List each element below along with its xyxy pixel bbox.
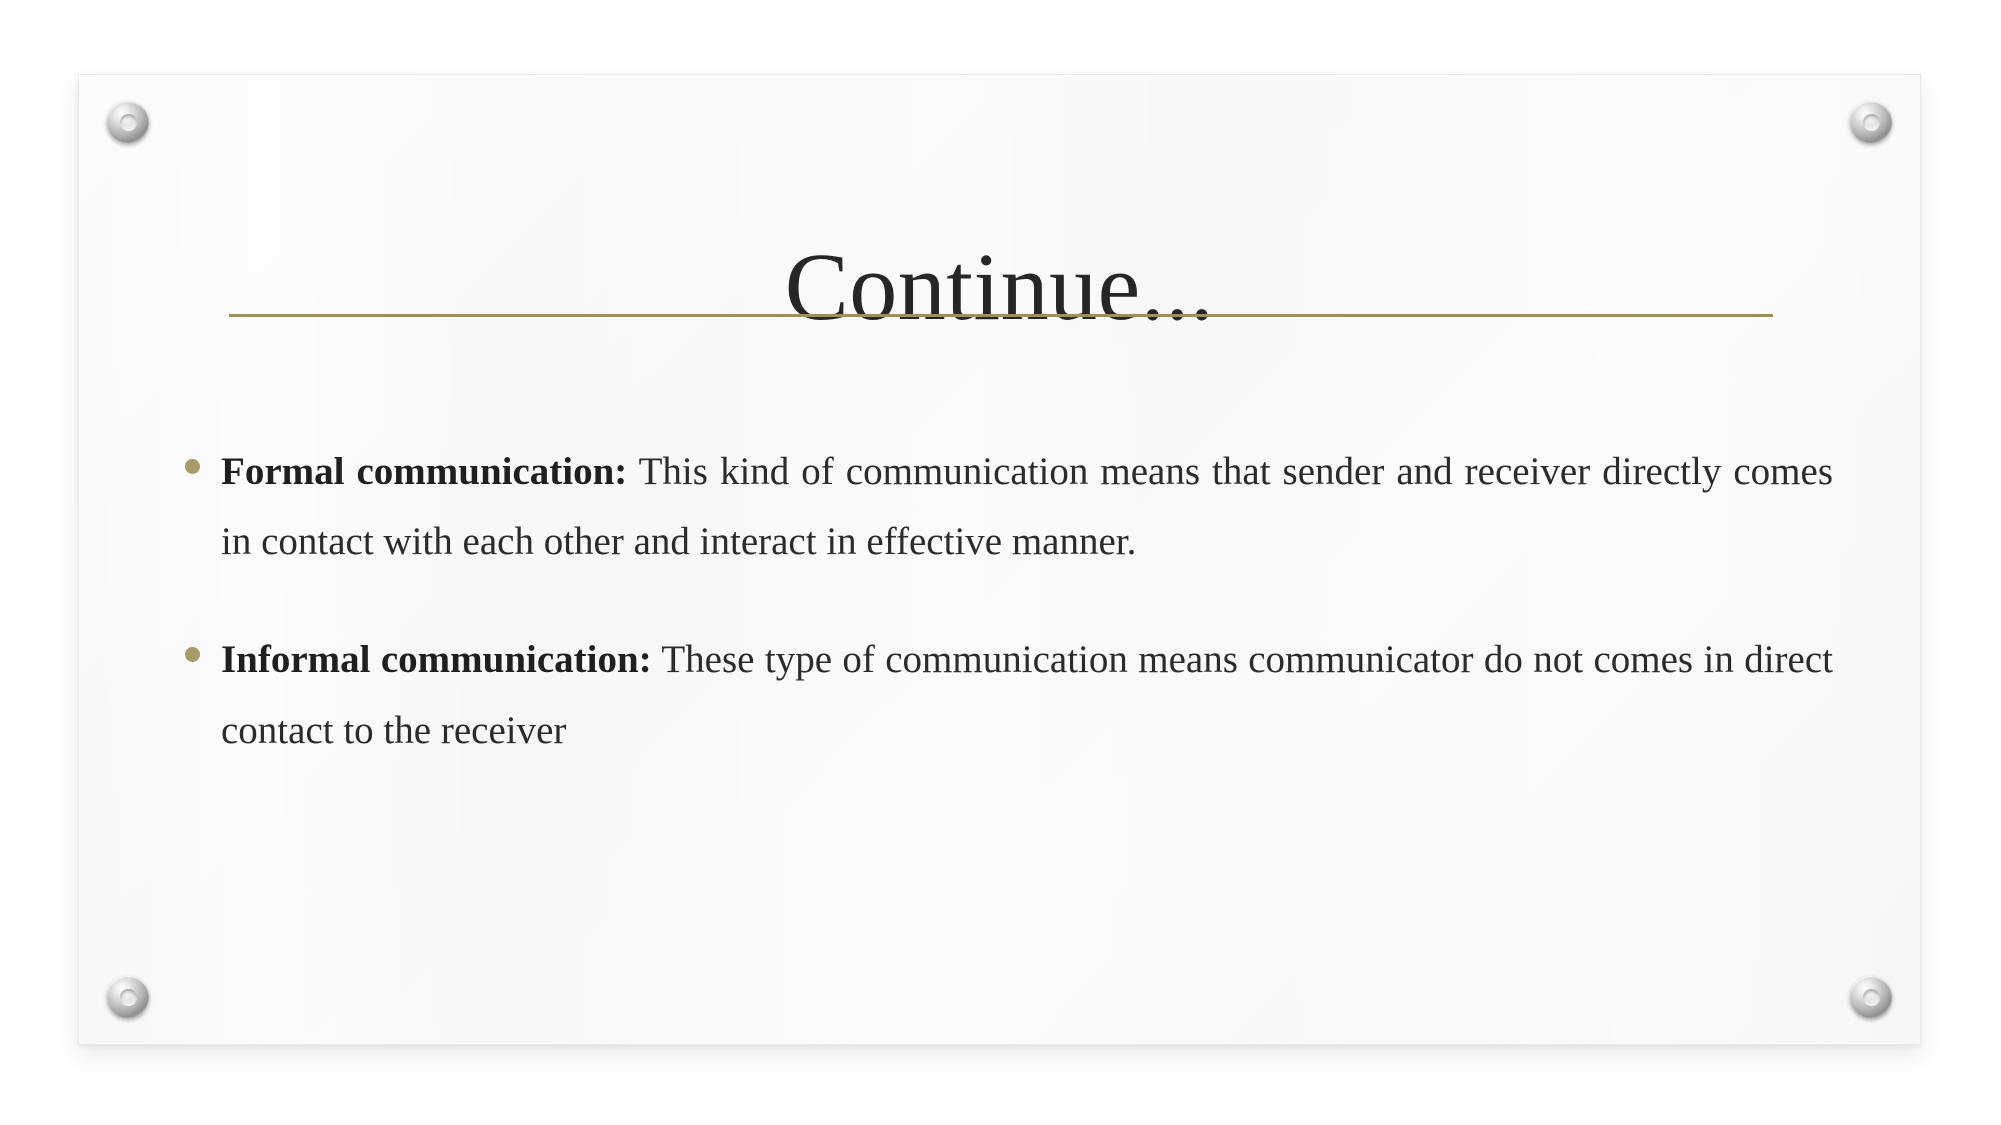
list-item: Formal communication: This kind of commu… <box>183 437 1833 577</box>
screw-washer-icon-bottom-right <box>1850 976 1892 1018</box>
bullet-dot-icon <box>185 647 200 663</box>
bullet-list: Formal communication: This kind of commu… <box>183 437 1833 766</box>
screw-washer-icon-top-left <box>107 101 149 143</box>
screw-washer-icon-top-right <box>1850 101 1892 143</box>
title-divider <box>229 314 1773 317</box>
bullet-lead-label: Formal communication: <box>221 450 628 493</box>
list-item: Informal communication: These type of co… <box>183 625 1833 765</box>
screw-washer-icon-bottom-left <box>107 976 149 1018</box>
slide-root: Continue... Formal communication: This k… <box>0 0 2001 1125</box>
bullet-dot-icon <box>185 459 200 474</box>
slide-title: Continue... <box>784 233 1215 341</box>
slide-board-panel: Continue... Formal communication: This k… <box>78 74 1921 1045</box>
bullet-lead-label: Informal communication: <box>221 638 652 682</box>
